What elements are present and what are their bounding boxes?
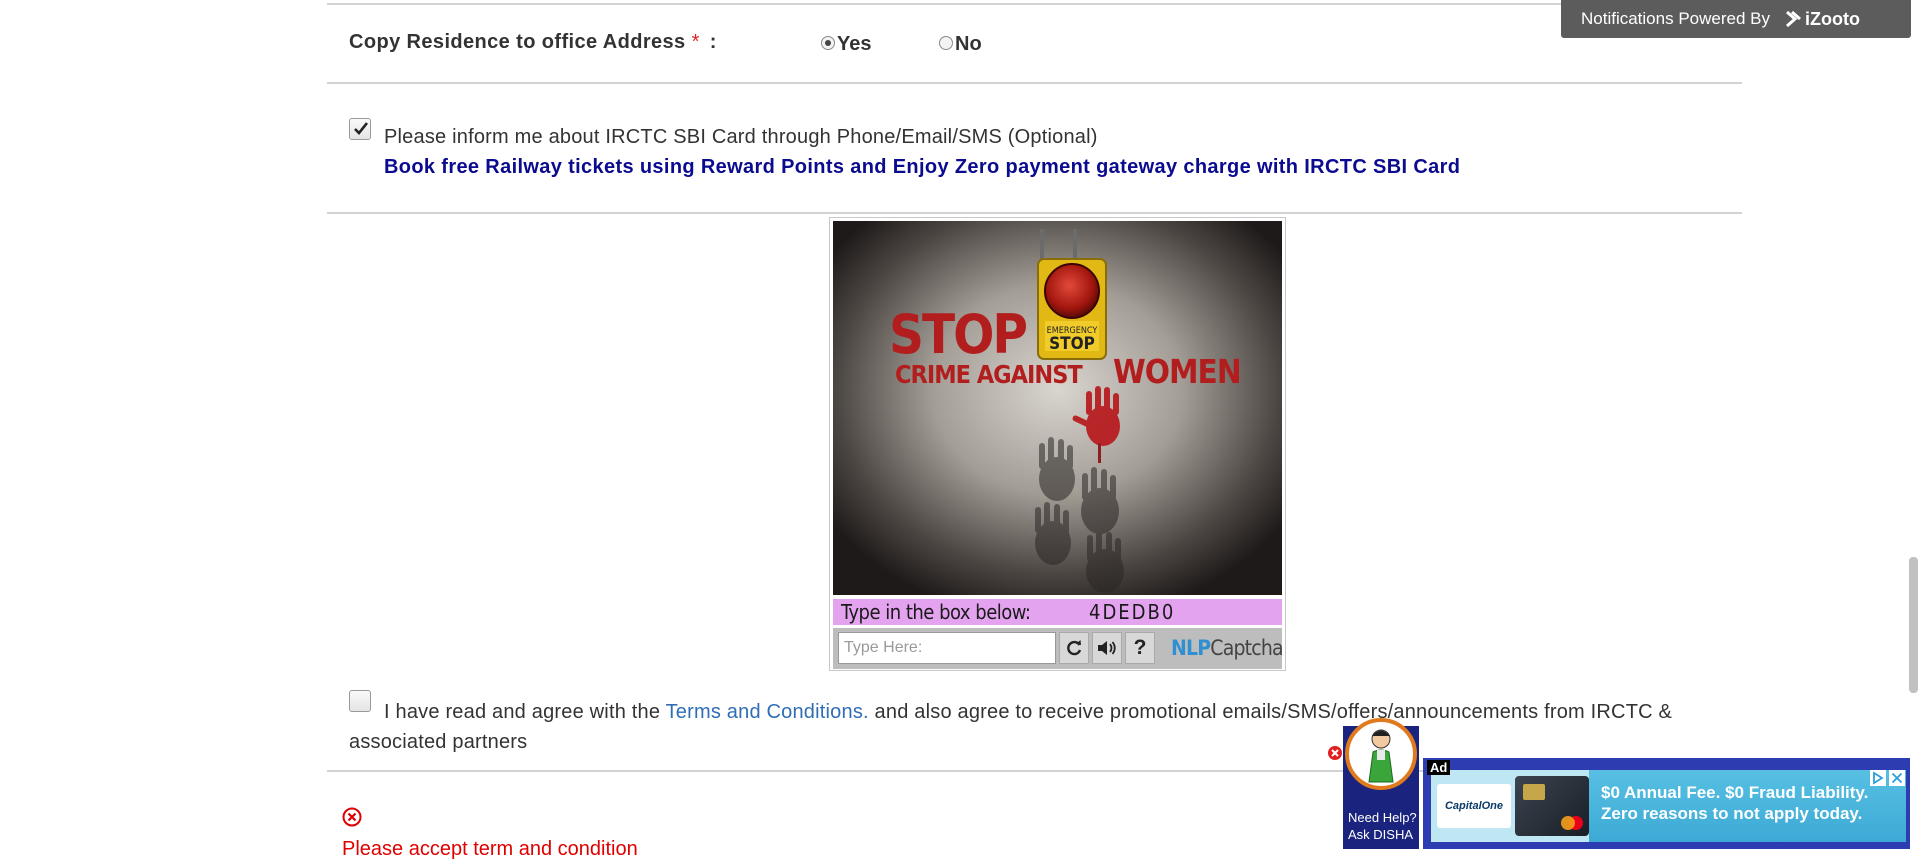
captcha-audio-button[interactable] (1092, 632, 1122, 664)
disha-text: Need Help? Ask DISHA (1343, 809, 1419, 843)
ask-disha-widget[interactable]: Need Help? Ask DISHA (1343, 718, 1419, 849)
izooto-logo-icon (1785, 10, 1801, 28)
notification-banner[interactable]: Notifications Powered By iZooto (1561, 0, 1911, 38)
error-icon (342, 807, 362, 827)
adchoices-icon[interactable] (1870, 770, 1886, 786)
captcha-picture: EMERGENCY STOP STOP CRIME AGAINST WOMEN (833, 221, 1282, 595)
izooto-brand: iZooto (1784, 9, 1860, 30)
nlp-brand-suffix: Captcha (1210, 636, 1283, 660)
image-headline: STOP (889, 303, 1026, 366)
sign-line-2: STOP (1049, 334, 1095, 354)
capitalone-logo-text: CapitalOne (1444, 800, 1504, 812)
divider-top (327, 3, 1742, 5)
terms-prefix: I have read and agree with the (384, 701, 661, 723)
ad-label: Ad (1427, 760, 1451, 775)
image-subline-1: CRIME AGAINST (895, 360, 1083, 389)
copy-address-label-text: Copy Residence to office Address (349, 31, 686, 53)
page-scrollbar-thumb[interactable] (1909, 557, 1918, 693)
required-mark: * (691, 31, 700, 53)
captcha-input[interactable] (838, 632, 1056, 664)
copy-address-label: Copy Residence to office Address * : (349, 31, 717, 54)
disha-close-icon[interactable] (1327, 745, 1343, 761)
radio-no[interactable]: No (939, 33, 982, 56)
sbi-card-checkbox[interactable] (349, 118, 371, 140)
radio-yes[interactable]: Yes (821, 33, 871, 56)
captcha-image: EMERGENCY STOP STOP CRIME AGAINST WOMEN (833, 221, 1282, 595)
help-icon: ? (1133, 636, 1147, 659)
image-subline-2: WOMEN (1113, 352, 1241, 391)
captcha-controls: ? NLPCaptcha (833, 628, 1284, 669)
terms-link[interactable]: Terms and Conditions. (666, 701, 869, 723)
disha-line-2: Ask DISHA (1348, 827, 1414, 842)
label-colon: : (709, 31, 717, 53)
checkmark-icon (354, 122, 369, 135)
radio-yes-label: Yes (837, 33, 872, 55)
captcha-instruction-strip: Type in the box below: 4DEDB0 (833, 599, 1282, 625)
credit-card-image (1515, 776, 1589, 836)
captcha-widget: EMERGENCY STOP STOP CRIME AGAINST WOMEN (829, 217, 1286, 671)
sbi-card-promo: Book free Railway tickets using Reward P… (384, 156, 1461, 178)
captcha-refresh-button[interactable] (1059, 632, 1089, 664)
captcha-help-button[interactable]: ? (1125, 632, 1155, 664)
radio-yes-dot[interactable] (821, 35, 835, 50)
ad-creative[interactable]: CapitalOne $0 Annual Fee. $0 Fraud Liabi… (1431, 770, 1906, 842)
captcha-code: 4DEDB0 (1089, 600, 1176, 624)
nlpcaptcha-logo[interactable]: NLP Captcha (1171, 632, 1284, 664)
sbi-card-text: Please inform me about IRCTC SBI Card th… (384, 126, 1098, 148)
ad-close-icon[interactable] (1889, 770, 1905, 786)
ad-line-1: $0 Annual Fee. $0 Fraud Liability. (1601, 783, 1869, 802)
notification-text: Notifications Powered By (1581, 9, 1770, 28)
radio-no-label: No (955, 33, 982, 55)
error-message: Please accept term and condition (342, 838, 638, 860)
nlp-brand-prefix: NLP (1171, 636, 1211, 660)
disha-avatar-icon (1345, 718, 1417, 790)
ad-line-2: Zero reasons to not apply today. (1601, 804, 1863, 823)
disha-line-1: Need Help? (1348, 810, 1417, 825)
speaker-icon (1098, 641, 1116, 655)
divider-2 (327, 212, 1742, 214)
captcha-instruction: Type in the box below: (841, 600, 1031, 624)
divider-1 (327, 82, 1742, 84)
advertisement[interactable]: CapitalOne $0 Annual Fee. $0 Fraud Liabi… (1423, 758, 1910, 849)
ad-copy: $0 Annual Fee. $0 Fraud Liability. Zero … (1601, 782, 1868, 824)
refresh-icon (1067, 640, 1082, 656)
radio-no-dot[interactable] (939, 35, 953, 50)
izooto-brand-name: iZooto (1804, 8, 1860, 29)
capitalone-logo: CapitalOne (1437, 784, 1511, 828)
terms-text: I have read and agree with the Terms and… (349, 697, 1739, 757)
